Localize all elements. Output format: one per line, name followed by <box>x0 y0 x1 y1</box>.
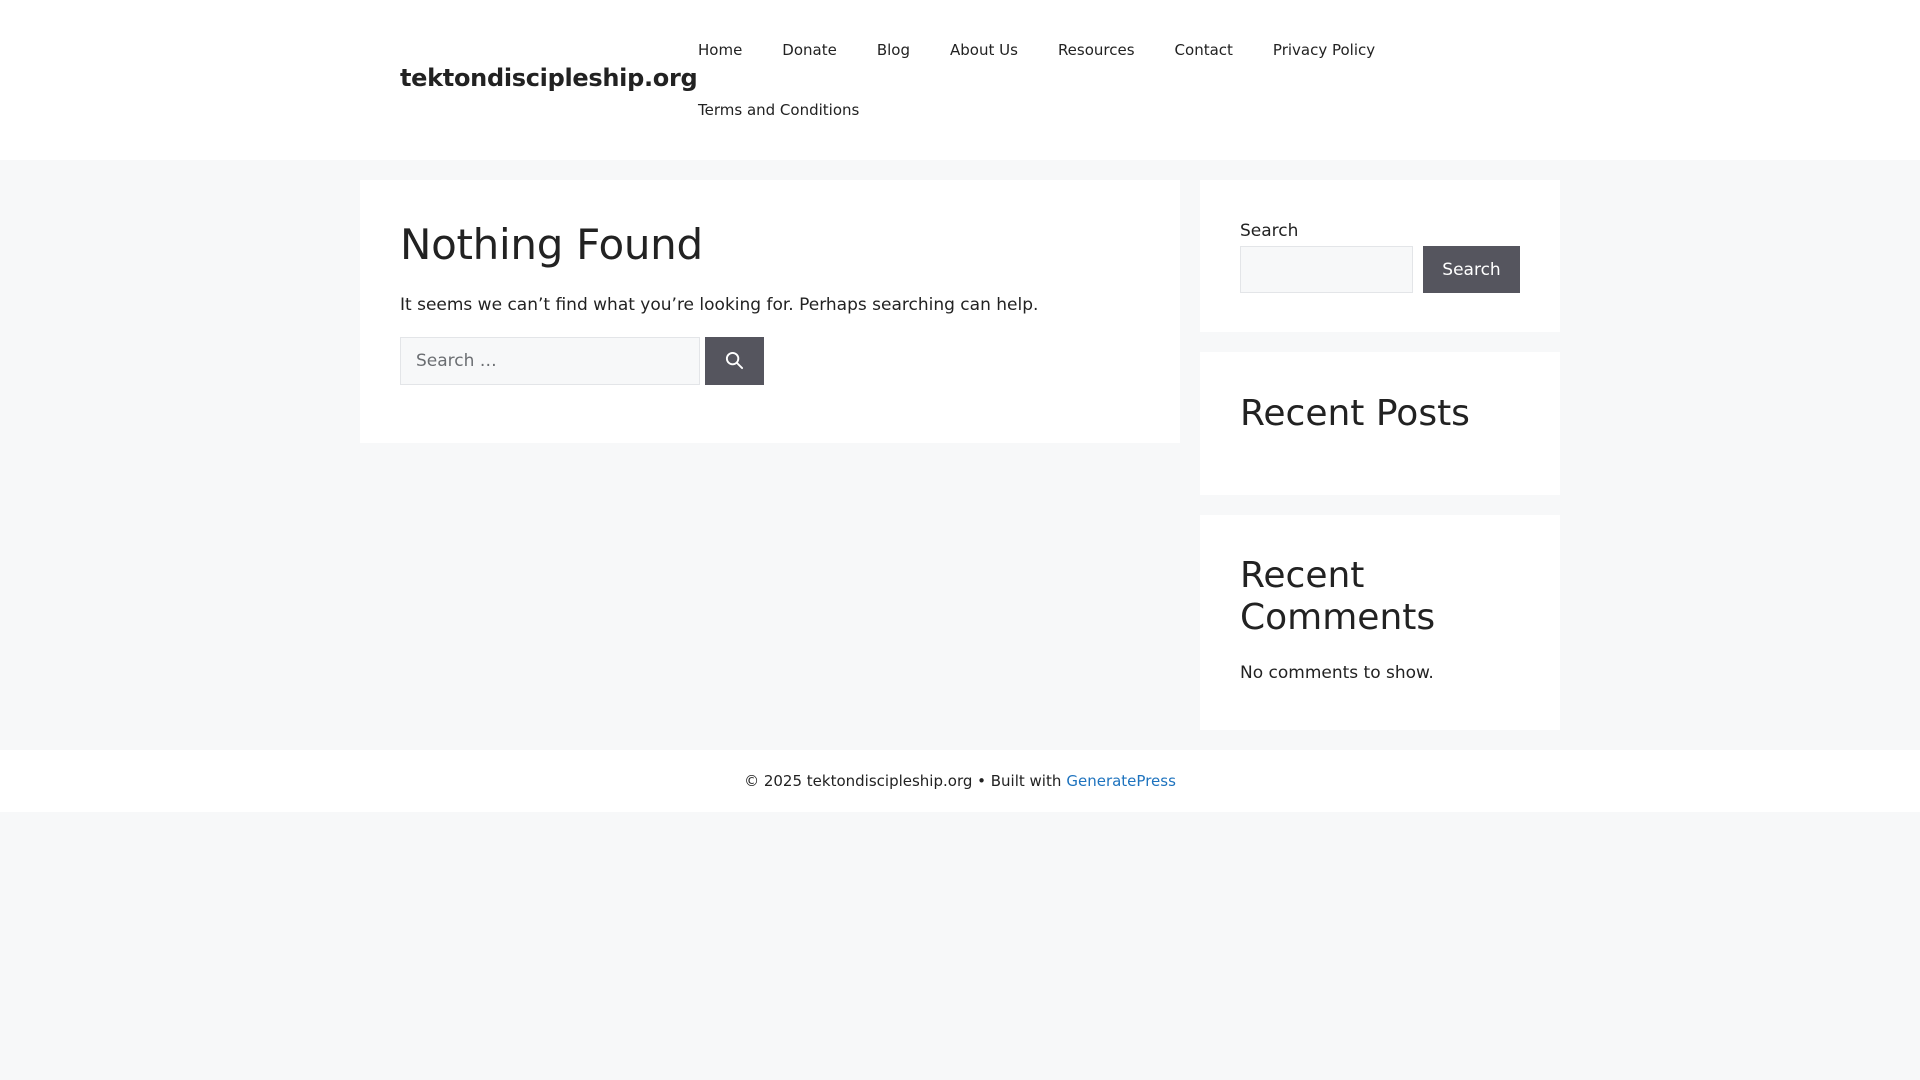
main-navigation: Home Donate Blog About Us Resources Cont… <box>678 0 1400 160</box>
recent-comments-widget: Recent Comments No comments to show. <box>1200 515 1560 730</box>
footer-generatepress-link[interactable]: GeneratePress <box>1066 772 1176 790</box>
search-form <box>400 336 1140 385</box>
recent-posts-title: Recent Posts <box>1240 393 1470 434</box>
no-results-message: It seems we can’t find what you’re looki… <box>400 295 1039 316</box>
nav-item-privacy-policy[interactable]: Privacy Policy <box>1253 20 1395 80</box>
page-title: Nothing Found <box>400 220 703 269</box>
search-submit-button[interactable] <box>705 336 764 385</box>
nav-item-about-us[interactable]: About Us <box>930 20 1038 80</box>
nav-row: Terms and Conditions <box>678 80 879 140</box>
nav-item-terms-and-conditions[interactable]: Terms and Conditions <box>678 80 879 140</box>
nav-item-blog[interactable]: Blog <box>857 20 930 80</box>
nav-row: Home Donate Blog About Us Resources Cont… <box>678 20 1395 80</box>
sidebar-search-input[interactable] <box>1240 246 1413 293</box>
search-widget-label: Search <box>1240 221 1299 241</box>
nav-item-contact[interactable]: Contact <box>1155 20 1253 80</box>
sidebar-search-button[interactable]: Search <box>1423 246 1520 293</box>
search-widget-row: Search <box>1240 246 1520 293</box>
search-widget: Search Search <box>1200 180 1560 332</box>
site-title-link[interactable]: tektondiscipleship.org <box>400 64 698 92</box>
main-content: Nothing Found It seems we can’t find wha… <box>360 180 1180 443</box>
site-footer: © 2025 tektondiscipleship.org • Built wi… <box>0 750 1920 812</box>
recent-posts-widget: Recent Posts <box>1200 352 1560 495</box>
site-header: tektondiscipleship.org Home Donate Blog … <box>0 0 1920 160</box>
search-icon <box>725 352 744 370</box>
recent-comments-title: Recent Comments <box>1240 555 1436 639</box>
nav-item-resources[interactable]: Resources <box>1038 20 1155 80</box>
footer-copyright: © 2025 tektondiscipleship.org • Built wi… <box>744 772 1062 790</box>
nav-item-home[interactable]: Home <box>678 20 762 80</box>
search-input[interactable] <box>400 336 700 385</box>
nav-item-donate[interactable]: Donate <box>762 20 857 80</box>
no-comments-text: No comments to show. <box>1240 663 1434 684</box>
